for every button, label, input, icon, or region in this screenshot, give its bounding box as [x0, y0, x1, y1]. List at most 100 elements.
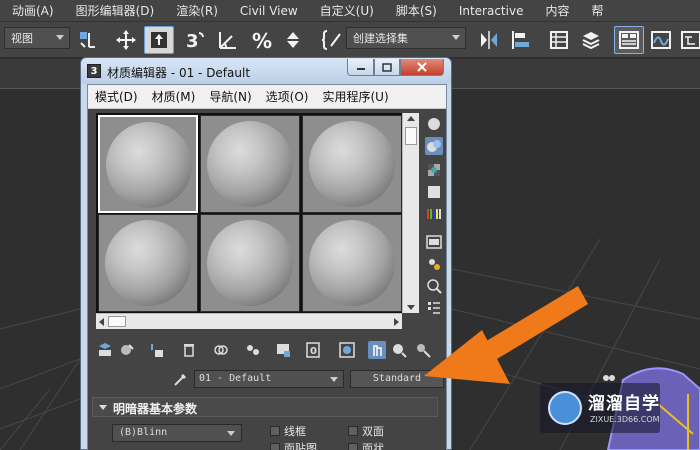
menu-customize[interactable]: 自定义(U)	[309, 2, 385, 19]
close-button[interactable]	[400, 59, 444, 76]
sample-slot[interactable]	[200, 214, 300, 312]
menu-navigation[interactable]: 导航(N)	[202, 88, 258, 105]
two-sided-checkbox[interactable]	[348, 426, 358, 436]
snaps-toggle-icon[interactable]: 3	[182, 26, 210, 54]
svg-text:3: 3	[186, 31, 199, 52]
menu-scripting[interactable]: 脚本(S)	[385, 2, 448, 19]
minimize-icon	[356, 68, 365, 70]
material-sphere	[105, 220, 191, 306]
scroll-right-icon[interactable]	[394, 318, 399, 326]
rollout-header[interactable]: 明暗器基本参数	[92, 397, 438, 417]
material-id-channel-icon[interactable]: 0	[304, 341, 322, 359]
maximize-button[interactable]	[374, 59, 400, 76]
slots-vertical-scrollbar[interactable]	[402, 113, 419, 313]
select-move-icon[interactable]	[112, 26, 140, 54]
ribbon-toggle-icon[interactable]	[614, 26, 644, 54]
menu-civil-view[interactable]: Civil View	[229, 4, 309, 18]
spinner-snap-icon[interactable]	[280, 26, 306, 54]
material-sphere	[207, 121, 293, 207]
sample-type-icon[interactable]	[425, 115, 443, 133]
scroll-down-icon[interactable]	[407, 305, 415, 310]
video-color-check-icon[interactable]	[425, 205, 443, 223]
menu-animation[interactable]: 动画(A)	[0, 2, 65, 19]
reference-coordinate-dropdown[interactable]: 视图	[4, 27, 70, 49]
svg-text:%: %	[252, 29, 272, 52]
assign-material-icon[interactable]	[148, 341, 166, 359]
menu-rendering[interactable]: 渲染(R)	[165, 2, 229, 19]
scroll-thumb[interactable]	[108, 316, 126, 327]
menu-interactive[interactable]: Interactive	[448, 4, 535, 18]
make-preview-icon[interactable]	[425, 233, 443, 251]
angle-snap-icon[interactable]	[214, 26, 242, 54]
curve-editor-icon[interactable]	[648, 26, 674, 54]
reference-coordinate-value: 视图	[11, 32, 33, 45]
face-map-label: 面贴图	[284, 442, 317, 450]
make-material-copy-icon[interactable]	[212, 341, 230, 359]
watermark-logo-icon	[548, 391, 582, 425]
eyedropper-icon[interactable]	[172, 370, 190, 388]
sample-slot[interactable]	[98, 115, 198, 213]
reset-map-icon[interactable]	[180, 341, 198, 359]
percent-snap-icon[interactable]: %	[248, 26, 276, 54]
shader-basic-parameters-rollout: 明暗器基本参数 (B)Blinn 线框 双面 面贴图 面状	[88, 393, 446, 450]
backlight-icon[interactable]	[425, 137, 443, 155]
faceted-label: 面状	[362, 442, 384, 450]
named-selection-set-value: 创建选择集	[353, 32, 408, 45]
scroll-left-icon[interactable]	[99, 318, 104, 326]
material-editor-menu: 模式(D) 材质(M) 导航(N) 选项(O) 实用程序(U)	[88, 85, 446, 109]
material-name-field[interactable]: 01 - Default	[194, 370, 344, 388]
select-manipulate-icon[interactable]	[144, 26, 174, 54]
sample-slot[interactable]	[302, 115, 402, 213]
schematic-view-icon[interactable]	[680, 26, 700, 54]
menu-options[interactable]: 选项(O)	[259, 88, 316, 105]
put-material-to-scene-icon[interactable]	[118, 341, 136, 359]
show-shaded-material-icon[interactable]	[338, 341, 356, 359]
material-sphere	[309, 121, 395, 207]
make-unique-icon[interactable]	[244, 341, 262, 359]
material-sphere	[207, 220, 293, 306]
material-editor-titlebar[interactable]: 3 材质编辑器 - 01 - Default	[81, 58, 451, 84]
scroll-up-icon[interactable]	[407, 116, 415, 121]
layer-explorer-icon[interactable]	[578, 26, 604, 54]
menu-utilities[interactable]: 实用程序(U)	[315, 88, 395, 105]
mirror-icon[interactable]	[476, 26, 502, 54]
align-icon[interactable]	[506, 26, 534, 54]
two-sided-label: 双面	[362, 425, 384, 438]
material-name-value: 01 - Default	[199, 373, 272, 384]
sample-slots-grid	[96, 113, 402, 313]
close-icon	[417, 62, 427, 72]
material-sphere	[106, 122, 192, 208]
wire-label: 线框	[284, 425, 306, 438]
material-sphere	[309, 220, 395, 306]
menu-help[interactable]: 帮	[580, 2, 614, 19]
sample-uv-tiling-icon[interactable]	[425, 183, 443, 201]
named-selection-set-dropdown[interactable]: 创建选择集	[346, 27, 466, 49]
svg-text:0: 0	[310, 346, 317, 357]
background-icon[interactable]	[425, 161, 443, 179]
slots-horizontal-scrollbar[interactable]	[96, 313, 402, 329]
menu-content[interactable]: 内容	[534, 2, 580, 19]
menu-material[interactable]: 材质(M)	[145, 88, 203, 105]
face-map-checkbox[interactable]	[270, 443, 280, 450]
material-editor-body: 模式(D) 材质(M) 导航(N) 选项(O) 实用程序(U) 0 01 - D…	[87, 84, 447, 450]
scene-explorer-icon[interactable]	[546, 26, 572, 54]
pivot-icon[interactable]	[74, 26, 102, 54]
minimize-button[interactable]	[347, 59, 374, 76]
faceted-checkbox[interactable]	[348, 443, 358, 450]
material-options-icon[interactable]	[425, 255, 443, 273]
scroll-thumb[interactable]	[405, 127, 417, 145]
go-to-parent-icon[interactable]	[390, 341, 408, 359]
show-end-result-icon[interactable]	[368, 341, 386, 359]
sample-slot[interactable]	[98, 214, 198, 312]
put-to-library-icon[interactable]	[274, 341, 292, 359]
sample-slot[interactable]	[302, 214, 402, 312]
sample-slot[interactable]	[200, 115, 300, 213]
edit-named-selection-icon[interactable]	[318, 26, 346, 54]
menu-modes[interactable]: 模式(D)	[88, 88, 145, 105]
menu-graph-editors[interactable]: 图形编辑器(D)	[65, 2, 166, 19]
material-editor-window: 3 材质编辑器 - 01 - Default 模式(D) 材质(M) 导航(N)…	[80, 57, 452, 450]
get-material-icon[interactable]	[96, 341, 114, 359]
tutorial-arrow-icon	[424, 286, 588, 384]
shader-type-dropdown[interactable]: (B)Blinn	[112, 424, 242, 442]
wire-checkbox[interactable]	[270, 426, 280, 436]
